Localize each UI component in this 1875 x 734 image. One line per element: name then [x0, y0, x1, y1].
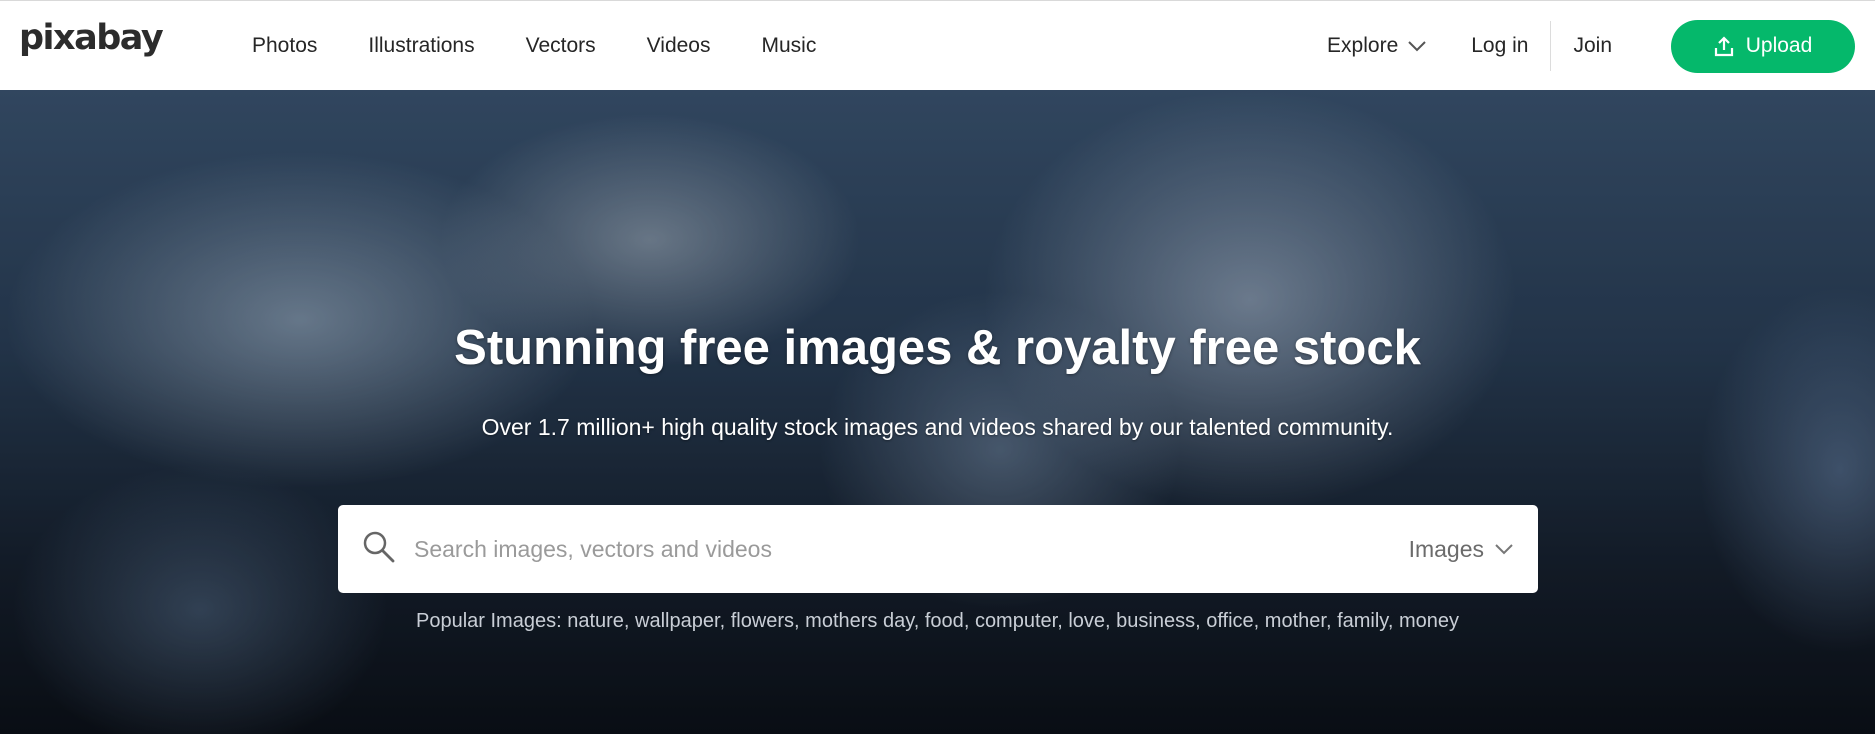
- main-nav: Photos Illustrations Vectors Videos Musi…: [252, 1, 867, 91]
- top-navbar: pixabay Photos Illustrations Vectors Vid…: [0, 0, 1875, 90]
- upload-button[interactable]: Upload: [1671, 19, 1855, 73]
- hero-subtitle: Over 1.7 million+ high quality stock ima…: [481, 414, 1394, 440]
- chevron-down-icon: [1495, 544, 1513, 555]
- explore-label: Explore: [1327, 34, 1399, 57]
- nav-photos[interactable]: Photos: [252, 34, 317, 58]
- popular-separator: ,: [719, 610, 731, 632]
- popular-separator: ,: [913, 610, 925, 632]
- search-icon[interactable]: [362, 530, 396, 564]
- join-link[interactable]: Join: [1573, 34, 1612, 58]
- upload-label: Upload: [1745, 34, 1813, 57]
- popular-term-link[interactable]: business: [1116, 610, 1195, 632]
- login-link[interactable]: Log in: [1471, 21, 1552, 71]
- popular-separator: ,: [794, 610, 806, 632]
- nav-videos[interactable]: Videos: [647, 34, 711, 58]
- popular-term-link[interactable]: money: [1399, 610, 1459, 632]
- popular-separator: ,: [963, 610, 975, 632]
- popular-term-link[interactable]: love: [1068, 610, 1105, 632]
- account-nav: Explore Log in Join Upload: [1327, 1, 1855, 91]
- popular-term-link[interactable]: flowers: [731, 610, 794, 632]
- upload-icon: [1714, 36, 1733, 57]
- hero-banner: Stunning free images & royalty free stoc…: [0, 90, 1875, 734]
- popular-prefix: Popular Images:: [416, 610, 562, 632]
- popular-term-link[interactable]: food: [925, 610, 964, 632]
- hero-title: Stunning free images & royalty free stoc…: [454, 321, 1421, 375]
- popular-term-link[interactable]: wallpaper: [635, 610, 720, 632]
- nav-music[interactable]: Music: [762, 34, 817, 58]
- popular-separator: ,: [1253, 610, 1265, 632]
- popular-searches: Popular Images: nature, wallpaper, flowe…: [0, 610, 1875, 633]
- popular-term-link[interactable]: nature: [567, 610, 624, 632]
- nav-vectors[interactable]: Vectors: [526, 34, 596, 58]
- pixabay-logo[interactable]: pixabay: [19, 21, 164, 56]
- search-bar: Images: [338, 505, 1538, 593]
- popular-separator: ,: [1195, 610, 1207, 632]
- popular-separator: ,: [1105, 610, 1117, 632]
- chevron-down-icon: [1408, 41, 1426, 52]
- popular-term-link[interactable]: mothers day: [805, 610, 914, 632]
- popular-term-link[interactable]: mother: [1265, 610, 1326, 632]
- popular-separator: ,: [1057, 610, 1069, 632]
- popular-term-link[interactable]: computer: [975, 610, 1057, 632]
- explore-menu[interactable]: Explore: [1327, 34, 1427, 58]
- hero-background-image: [0, 90, 1875, 734]
- popular-term-link[interactable]: family: [1337, 610, 1388, 632]
- popular-separator: ,: [1387, 610, 1399, 632]
- nav-illustrations[interactable]: Illustrations: [368, 34, 474, 58]
- search-type-dropdown[interactable]: Images: [1409, 505, 1514, 593]
- popular-separator: ,: [623, 610, 636, 632]
- popular-term-link[interactable]: office: [1206, 610, 1253, 632]
- search-type-label: Images: [1408, 535, 1484, 562]
- popular-separator: ,: [1325, 610, 1338, 632]
- search-input[interactable]: [414, 525, 1314, 573]
